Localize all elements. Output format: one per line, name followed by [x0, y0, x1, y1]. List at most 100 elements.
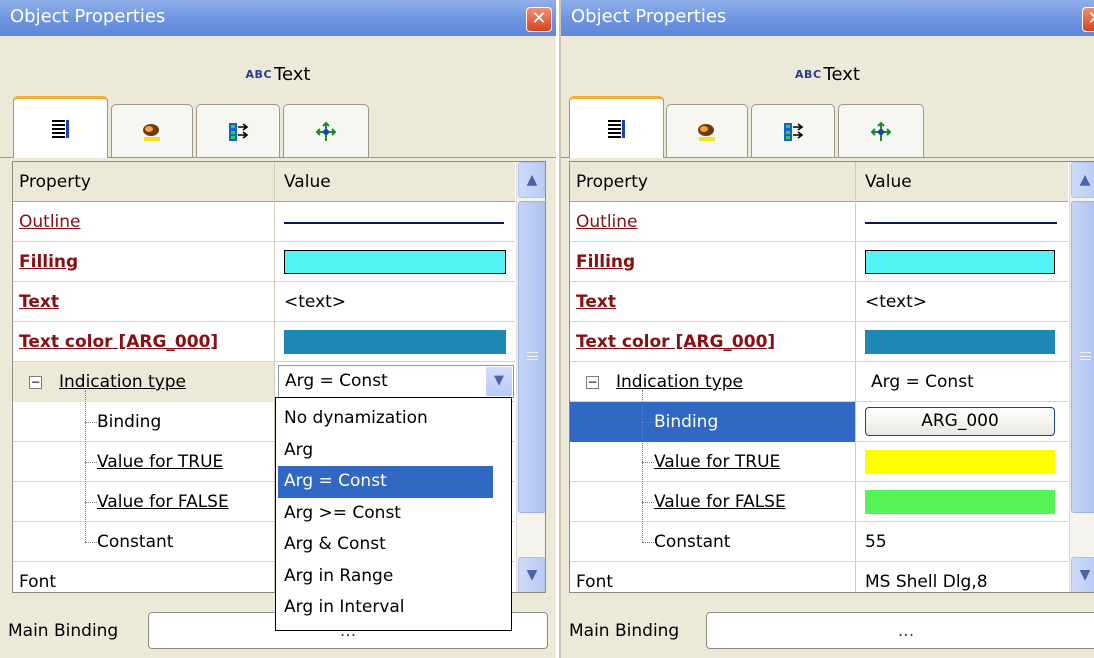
value-true-color-swatch[interactable]: [865, 450, 1055, 474]
main-binding-label: Main Binding: [8, 621, 119, 641]
main-binding-label: Main Binding: [569, 621, 680, 641]
value-false-color-swatch[interactable]: [865, 490, 1055, 514]
property-indication-type[interactable]: Indication type: [59, 372, 186, 392]
filling-color-swatch[interactable]: [865, 250, 1055, 274]
property-row-text[interactable]: Text <text>: [13, 282, 515, 322]
text-color-swatch[interactable]: [865, 330, 1055, 354]
property-row-text-color[interactable]: Text color [ARG_000]: [570, 322, 1068, 362]
grid-header: Property Value: [13, 162, 515, 202]
window-title: Object Properties: [10, 6, 166, 27]
main-binding-button[interactable]: ...: [706, 612, 1094, 649]
scroll-up-icon[interactable]: ▲: [1071, 162, 1094, 198]
vertical-scrollbar[interactable]: ▲ ▼: [1069, 162, 1094, 592]
property-value-true[interactable]: Value for TRUE: [97, 452, 223, 472]
title-bar: Object Properties: [0, 0, 556, 36]
indication-type-select[interactable]: Arg = Const ▼: [278, 365, 514, 398]
bindings-icon: [229, 122, 249, 141]
object-name: ABC Text: [245, 64, 311, 85]
object-properties-panel-right: Object Properties ✕ ABC Text: [559, 0, 1094, 658]
property-outline[interactable]: Outline: [576, 212, 638, 232]
indication-type-dropdown[interactable]: No dynamization Arg Arg = Const Arg >= C…: [275, 397, 512, 631]
property-filling[interactable]: Filling: [19, 252, 78, 272]
text-color-swatch[interactable]: [284, 330, 506, 354]
property-column-header: Property: [13, 162, 275, 202]
chevron-down-icon[interactable]: ▼: [486, 367, 512, 396]
property-row-font[interactable]: Font MS Shell Dlg,8: [570, 562, 1068, 592]
property-value-false[interactable]: Value for FALSE: [97, 492, 229, 512]
text-value[interactable]: <text>: [857, 282, 1068, 322]
binding-button[interactable]: ARG_000: [865, 407, 1055, 436]
vertical-scrollbar[interactable]: ▲ ▼: [516, 162, 545, 592]
property-outline[interactable]: Outline: [19, 212, 81, 232]
tab-properties[interactable]: [13, 96, 108, 158]
indication-type-value[interactable]: Arg = Const: [857, 362, 1068, 402]
property-list-icon: [607, 119, 625, 138]
actions-icon: [315, 121, 337, 141]
scroll-thumb[interactable]: [1071, 201, 1094, 513]
constant-value[interactable]: 55: [857, 522, 1068, 562]
collapse-icon[interactable]: −: [29, 376, 42, 389]
value-column-header: Value: [284, 172, 331, 192]
property-row-text[interactable]: Text <text>: [570, 282, 1068, 322]
property-grid: Property Value Outline Filling Text <tex…: [569, 161, 1094, 593]
property-value-false[interactable]: Value for FALSE: [654, 492, 786, 512]
property-column-header: Property: [570, 162, 856, 202]
property-text[interactable]: Text: [576, 292, 616, 312]
property-indication-type[interactable]: Indication type: [616, 372, 743, 392]
property-constant[interactable]: Constant: [13, 522, 275, 562]
tab-properties[interactable]: [569, 96, 664, 158]
tab-dynamics[interactable]: [666, 104, 748, 158]
property-text-color[interactable]: Text color [ARG_000]: [576, 332, 775, 352]
option-arg-ge-const[interactable]: Arg >= Const: [278, 498, 493, 530]
tab-actions[interactable]: [838, 104, 924, 158]
property-text-color[interactable]: Text color [ARG_000]: [19, 332, 218, 352]
property-row-outline[interactable]: Outline: [13, 202, 515, 242]
property-constant[interactable]: Constant: [570, 522, 856, 562]
tab-dynamics[interactable]: [111, 104, 193, 158]
option-arg-and-const[interactable]: Arg & Const: [278, 529, 493, 561]
property-row-outline[interactable]: Outline: [570, 202, 1068, 242]
scroll-down-icon[interactable]: ▼: [1071, 557, 1094, 592]
property-font[interactable]: Font: [13, 562, 275, 592]
option-arg-eq-const[interactable]: Arg = Const: [278, 466, 493, 498]
text-object-icon: ABC: [245, 68, 273, 81]
actions-icon: [870, 121, 892, 141]
tab-bindings[interactable]: [196, 104, 280, 158]
grid-header: Property Value: [570, 162, 1068, 202]
filling-color-swatch[interactable]: [284, 250, 506, 274]
close-icon[interactable]: ✕: [526, 7, 552, 32]
property-font[interactable]: Font: [570, 562, 856, 592]
close-icon[interactable]: ✕: [1082, 7, 1094, 32]
outline-line-preview: [284, 222, 504, 224]
scroll-thumb[interactable]: [518, 201, 545, 513]
property-row-filling[interactable]: Filling: [570, 242, 1068, 282]
property-binding[interactable]: Binding: [570, 402, 856, 442]
tab-bindings[interactable]: [751, 104, 835, 158]
property-text[interactable]: Text: [19, 292, 59, 312]
option-arg-in-range[interactable]: Arg in Range: [278, 561, 493, 593]
object-properties-panel-left: Object Properties ✕ ABC Text Property Va…: [0, 0, 556, 658]
text-object-icon: ABC: [795, 68, 822, 81]
property-binding[interactable]: Binding: [13, 402, 275, 442]
property-row-indication-type[interactable]: Indication type Arg = Const: [570, 362, 1068, 402]
option-no-dynamization[interactable]: No dynamization: [278, 403, 493, 435]
text-value[interactable]: <text>: [276, 282, 515, 322]
dynamics-icon: [143, 123, 160, 141]
outline-line-preview: [865, 222, 1057, 224]
scroll-up-icon[interactable]: ▲: [518, 162, 545, 198]
option-arg-in-interval[interactable]: Arg in Interval: [278, 592, 493, 624]
property-row-text-color[interactable]: Text color [ARG_000]: [13, 322, 515, 362]
property-filling[interactable]: Filling: [576, 252, 635, 272]
font-value[interactable]: MS Shell Dlg,8: [857, 562, 1068, 592]
collapse-icon[interactable]: −: [586, 376, 599, 389]
scroll-down-icon[interactable]: ▼: [518, 557, 545, 592]
property-list-icon: [51, 119, 69, 138]
property-value-true[interactable]: Value for TRUE: [654, 452, 780, 472]
tab-actions[interactable]: [283, 104, 369, 158]
property-row-filling[interactable]: Filling: [13, 242, 515, 282]
dynamics-icon: [698, 123, 715, 141]
property-row-indication-type[interactable]: Indication type Arg = Const ▼: [13, 362, 515, 402]
option-arg[interactable]: Arg: [278, 435, 493, 467]
bindings-icon: [784, 122, 804, 141]
window-title: Object Properties: [571, 6, 727, 27]
